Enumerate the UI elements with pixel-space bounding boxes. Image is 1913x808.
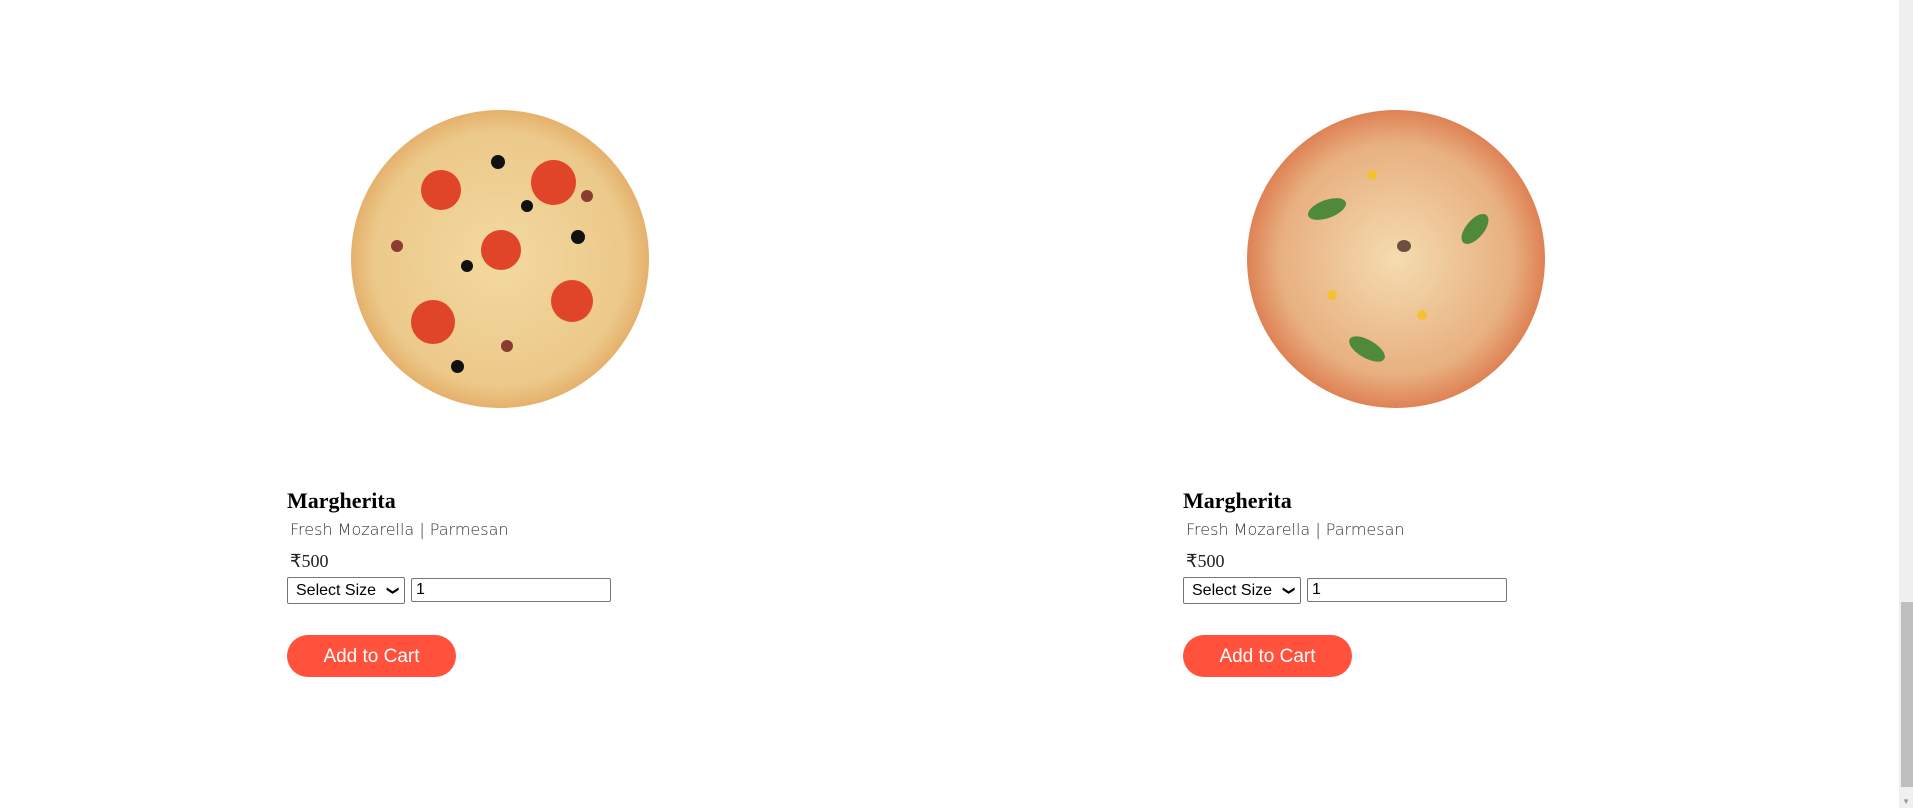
product-price: ₹500: [1186, 551, 1225, 571]
product-name: Margherita: [287, 488, 396, 513]
pizza-image: [1247, 110, 1545, 408]
scrollbar[interactable]: ▼: [1899, 0, 1913, 808]
size-select[interactable]: Select Size ❯: [287, 577, 405, 604]
add-to-cart-button[interactable]: Add to Cart: [1183, 635, 1352, 677]
size-select-value: Select Size: [296, 582, 377, 599]
product-name: Margherita: [1183, 488, 1292, 513]
scrollbar-thumb[interactable]: [1901, 602, 1913, 787]
size-select-value: Select Size: [1192, 582, 1273, 599]
add-to-cart-button[interactable]: Add to Cart: [287, 635, 456, 677]
product-description: Fresh Mozarella | Parmesan: [290, 520, 509, 539]
quantity-input[interactable]: 1: [1307, 578, 1507, 602]
chevron-down-icon: ❯: [386, 585, 401, 596]
chevron-down-icon: ❯: [1282, 585, 1297, 596]
pizza-image: [351, 110, 649, 408]
product-description: Fresh Mozarella | Parmesan: [1186, 520, 1405, 539]
product-price: ₹500: [290, 551, 329, 571]
size-select[interactable]: Select Size ❯: [1183, 577, 1301, 604]
scroll-down-arrow-icon[interactable]: ▼: [1902, 797, 1910, 806]
quantity-input[interactable]: 1: [411, 578, 611, 602]
